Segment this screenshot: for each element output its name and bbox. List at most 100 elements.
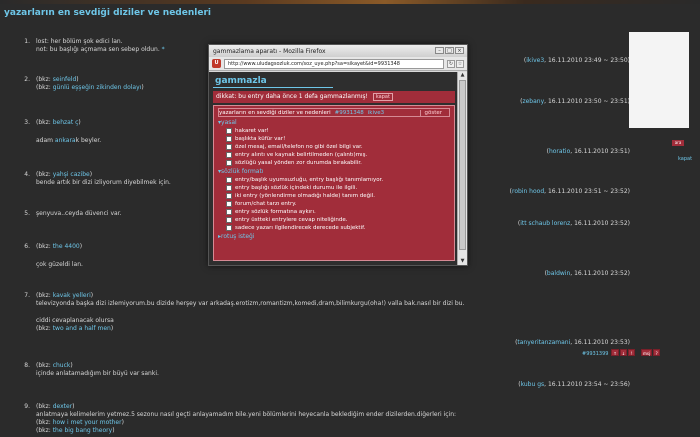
checkbox[interactable]: [226, 193, 232, 199]
bkz-suffix: ): [89, 171, 93, 178]
bkz-prefix: (bkz:: [36, 292, 53, 299]
checkbox[interactable]: [226, 217, 232, 223]
popup-scrollbar[interactable]: ▲ ▼: [457, 72, 467, 265]
ad-button[interactable]: ara: [672, 140, 684, 146]
category-edit-request[interactable]: rotuş isteği: [218, 233, 450, 240]
author-link[interactable]: baldwin: [547, 270, 570, 277]
report-option[interactable]: sözlüğü yasal yönden zor durumda bırakab…: [226, 159, 450, 167]
bkz-prefix: (bkz:: [36, 419, 53, 426]
checkbox[interactable]: [226, 144, 232, 150]
bkz-suffix: ): [78, 119, 81, 126]
bkz-prefix: (bkz:: [36, 119, 53, 126]
report-option[interactable]: özel mesaj, email/telefon no gibi özel b…: [226, 143, 450, 151]
inline-link[interactable]: ankara: [55, 137, 76, 144]
bkz-link[interactable]: yahşi cazibe: [53, 171, 90, 178]
author-link[interactable]: horatio: [549, 148, 570, 155]
checkbox[interactable]: [226, 136, 232, 142]
maximize-icon[interactable]: □: [445, 47, 454, 54]
url-input[interactable]: http://www.uludagsozluk.com/soz_uye.php?…: [224, 58, 444, 69]
checkbox[interactable]: [226, 128, 232, 134]
ad-close-link[interactable]: kapat: [678, 156, 692, 162]
entry-meta: (baldwin, 16.11.2010 23:52): [544, 270, 630, 277]
checkbox[interactable]: [226, 160, 232, 166]
entry-meta: (horatio, 16.11.2010 23:51): [546, 148, 630, 155]
author-link[interactable]: ikive3: [526, 57, 544, 64]
entry-text: anlatmaya kelimelerim yetmez.5 sezonu na…: [36, 411, 457, 418]
reload-icon[interactable]: ↻: [447, 59, 455, 68]
checkbox[interactable]: [226, 152, 232, 158]
checkbox[interactable]: [226, 209, 232, 215]
report-option[interactable]: hakaret var!: [226, 127, 450, 135]
scroll-down-icon[interactable]: ▼: [459, 258, 466, 265]
entry-text: adam: [36, 137, 55, 144]
notice-close-button[interactable]: kapat: [372, 93, 393, 101]
show-entry-button[interactable]: göster: [420, 109, 445, 116]
vote-down-button[interactable]: ↓: [619, 349, 628, 356]
bkz-suffix: ): [70, 362, 73, 369]
sidebar-ad[interactable]: [629, 32, 689, 128]
bkz-link[interactable]: kavak yelleri: [53, 292, 91, 299]
report-option[interactable]: forum/chat tarzı entry.: [226, 200, 450, 208]
report-option[interactable]: entry başlığı sözlük içindeki durumu ile…: [226, 184, 450, 192]
report-option[interactable]: sadece yazarı ilgilendirecek derecede su…: [226, 224, 450, 232]
bookmark-star-icon[interactable]: ☆: [456, 59, 464, 68]
report-option[interactable]: başlıkta küfür var!: [226, 135, 450, 143]
entry-id-link[interactable]: #9931348: [335, 110, 364, 116]
author-link[interactable]: tanyeritanzamani: [517, 339, 570, 346]
bkz-prefix: (bkz:: [36, 325, 53, 332]
category-format[interactable]: sözlük formatı: [218, 168, 450, 175]
checkbox[interactable]: [226, 177, 232, 183]
warning-notice: dikkat: bu entry daha önce 1 defa gammaz…: [213, 91, 455, 103]
report-option[interactable]: entry sözlük formatına aykırı.: [226, 208, 450, 216]
popup-titlebar[interactable]: gammazlama aparatı - Mozilla Firefox – □…: [209, 45, 467, 57]
author-link[interactable]: robin hood: [512, 188, 544, 195]
minimize-icon[interactable]: –: [435, 47, 444, 54]
entry-date: 16.11.2010 23:54 ~ 23:56): [547, 381, 630, 388]
bkz-link[interactable]: the 4400: [53, 243, 80, 250]
report-option[interactable]: entry/başlık uyumsuzluğu, entry başlığı …: [226, 176, 450, 184]
page-title[interactable]: yazarların en sevdiği diziler ve nedenle…: [4, 8, 211, 18]
report-option[interactable]: entry üstteki entrylere cevap niteliğind…: [226, 216, 450, 224]
vote-up-button[interactable]: ↑: [611, 349, 619, 356]
entry-date: 16.11.2010 23:51 ~ 23:52): [547, 188, 630, 195]
report-button[interactable]: !: [628, 349, 636, 356]
bkz-link[interactable]: the big bang theory: [53, 427, 112, 434]
checkbox[interactable]: [226, 185, 232, 191]
close-icon[interactable]: ×: [455, 47, 464, 54]
bkz-suffix: ): [112, 427, 115, 434]
bkz-link[interactable]: seinfeld: [53, 76, 77, 83]
star-icon[interactable]: *: [162, 46, 165, 53]
bkz-link[interactable]: behzat ç: [53, 119, 79, 126]
bkz-link[interactable]: dexter: [53, 403, 72, 410]
author-link[interactable]: kubu gs: [521, 381, 545, 388]
bkz-link[interactable]: how i met your mother: [53, 419, 122, 426]
scrollbar-thumb[interactable]: [459, 80, 466, 250]
entry-text: not: bu başlığı açmama sen sebep oldun.: [36, 46, 160, 53]
author-link[interactable]: itt schaub lorenz: [520, 220, 570, 227]
author-link[interactable]: zebany: [522, 98, 544, 105]
entry-number: 2.: [24, 76, 30, 83]
entry-number: 3.: [24, 119, 30, 126]
entry-meta: (robin hood, 16.11.2010 23:51 ~ 23:52): [509, 188, 630, 195]
entry-number: 7.: [24, 292, 30, 299]
entry-id-link[interactable]: #9931399: [582, 351, 608, 357]
info-button[interactable]: ?: [653, 349, 661, 356]
bkz-link[interactable]: two and a half men: [53, 325, 111, 332]
bkz-link[interactable]: günlü eşşeğin zikinden dolayı: [53, 84, 142, 91]
entry-meta: (tanyeritanzamani, 16.11.2010 23:53): [515, 339, 630, 346]
checkbox[interactable]: [226, 201, 232, 207]
entry-meta: (kubu gs, 16.11.2010 23:54 ~ 23:56): [518, 381, 630, 388]
message-button[interactable]: msj: [641, 349, 653, 356]
report-option[interactable]: iki entry (yönlendirme olmadığı halde) t…: [226, 192, 450, 200]
popup-window-title: gammazlama aparatı - Mozilla Firefox: [213, 47, 326, 55]
bkz-prefix: (bkz:: [36, 76, 53, 83]
bkz-link[interactable]: chuck: [53, 362, 71, 369]
option-label: forum/chat tarzı entry.: [235, 201, 297, 207]
entry-author-link[interactable]: ikive3: [368, 110, 384, 116]
bkz-suffix: ): [72, 403, 75, 410]
checkbox[interactable]: [226, 225, 232, 231]
category-legal[interactable]: yasal: [218, 119, 450, 126]
scroll-up-icon[interactable]: ▲: [459, 72, 466, 79]
bkz-prefix: (bkz:: [36, 171, 53, 178]
report-option[interactable]: entry alıntı ve kaynak belirtilmeden (ça…: [226, 151, 450, 159]
